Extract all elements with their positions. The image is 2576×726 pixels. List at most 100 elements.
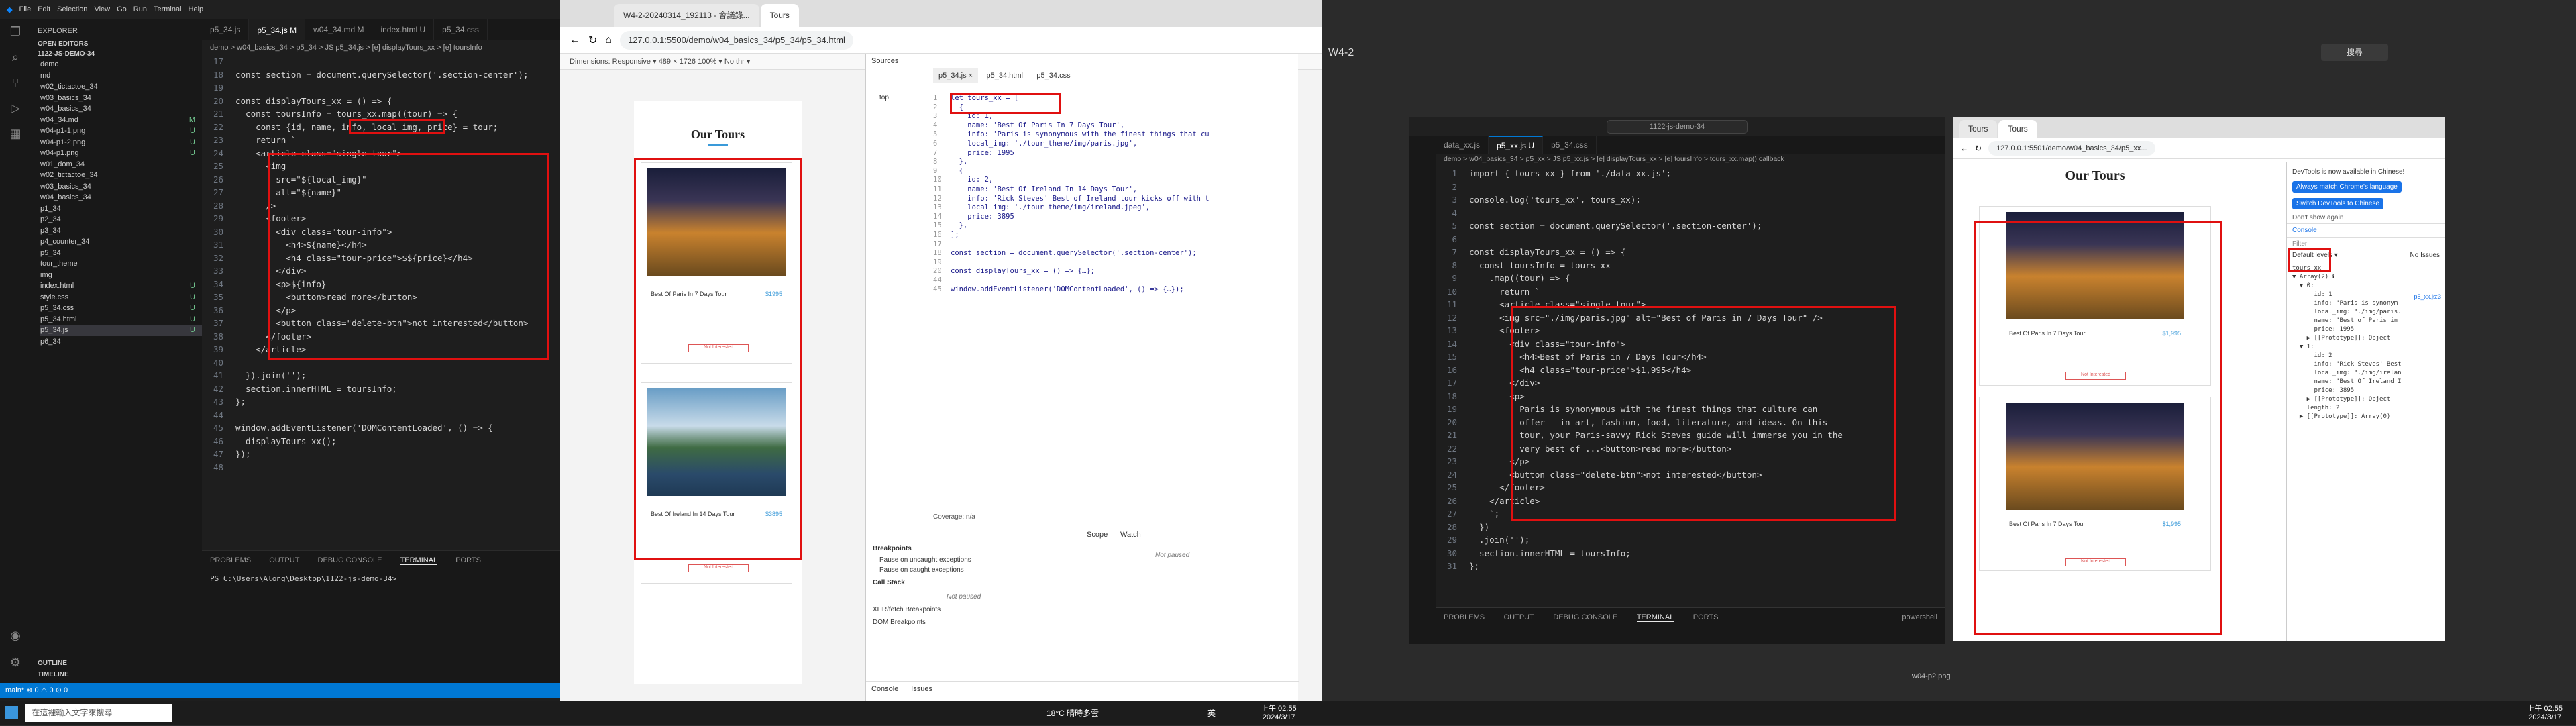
devtools-code-line[interactable]: 15 }, (933, 221, 1295, 231)
file-tab-css[interactable]: p5_34.css (1031, 68, 1075, 83)
panel-tab-terminal[interactable]: TERMINAL (400, 556, 438, 565)
code-line[interactable]: 6 (1436, 233, 1945, 246)
panel-tab-problems[interactable]: PROBLEMS (1444, 613, 1485, 621)
tree-item[interactable]: w04_basics_34 (40, 103, 202, 115)
code-line[interactable]: 3 console.log('tours_xx', tours_xx); (1436, 193, 1945, 207)
open-editors-header[interactable]: OPEN EDITORS (31, 39, 202, 49)
breadcrumb[interactable]: demo > w04_basics_34 > p5_34 > JS p5_34.… (202, 40, 560, 55)
extensions-icon[interactable]: ▦ (0, 121, 31, 146)
devtools-code-line[interactable]: 4 name: 'Best Of Paris In 7 Days Tour', (933, 121, 1295, 131)
back-icon[interactable]: ← (570, 34, 580, 46)
tree-item[interactable]: p1_34 (40, 203, 202, 215)
reload-icon[interactable]: ↻ (1975, 144, 1982, 153)
code-line[interactable]: 1 import { tours_xx } from './data_xx.js'… (1436, 167, 1945, 180)
timeline-header[interactable]: TIMELINE (38, 671, 69, 678)
console-log-line[interactable]: price: 1995 (2292, 325, 2440, 334)
console-log-line[interactable]: ▼ Array(2) ℹ (2292, 273, 2440, 282)
command-center-search[interactable]: 1122-js-demo-34 (1607, 120, 1748, 134)
tab-index-html[interactable]: index.html U (372, 19, 435, 40)
back-icon[interactable]: ← (1960, 144, 1968, 153)
code-line[interactable]: 30 section.innerHTML = toursInfo; (1436, 547, 1945, 560)
console-drawer-tab[interactable]: Console (866, 682, 904, 696)
tab-p5-34-js-active[interactable]: p5_34.js M (249, 19, 306, 40)
panel-tab-terminal[interactable]: TERMINAL (1636, 613, 1674, 622)
menu-file[interactable]: File (19, 5, 31, 13)
issues-count[interactable]: No Issues (2410, 252, 2440, 259)
console-tab[interactable]: Console (2287, 223, 2445, 238)
source-control-icon[interactable]: ⑂ (0, 70, 31, 95)
tab-w04-34-md[interactable]: w04_34.md M (305, 19, 373, 40)
devtools-code-line[interactable]: 6 local_img: './tour_theme/img/paris.jpg… (933, 140, 1295, 149)
breadcrumb[interactable]: demo > w04_basics_34 > p5_xx > JS p5_xx.… (1444, 155, 1784, 163)
devtools-code-line[interactable]: 9 { (933, 167, 1295, 176)
console-output[interactable]: tours_xx ▼ Array(2) ℹ ▼ 0: id: 1 info: "P… (2287, 260, 2445, 425)
devtools-code-line[interactable]: 19 (933, 258, 1295, 268)
tree-item[interactable]: w04-p1-2.png U (40, 137, 202, 148)
tree-item[interactable]: md (40, 70, 202, 82)
panel-tab-ports[interactable]: PORTS (1693, 613, 1719, 621)
tree-item[interactable]: w04_basics_34 (40, 192, 202, 203)
console-log-line[interactable]: local_img: "./img/paris. (2292, 308, 2440, 317)
console-log-line[interactable]: id: 2 (2292, 352, 2440, 360)
browser-tab-tours[interactable]: Tours (760, 4, 799, 27)
menu-terminal[interactable]: Terminal (154, 5, 182, 13)
menu-go[interactable]: Go (117, 5, 127, 13)
tree-item[interactable]: style.css U (40, 292, 202, 303)
devtools-code-line[interactable]: 14 price: 3895 (933, 213, 1295, 222)
console-log-line[interactable]: price: 3895 (2292, 386, 2440, 395)
tree-item[interactable]: p5_34.css U (40, 303, 202, 314)
console-log-line[interactable]: ▶ [[Prototype]]: Object (2292, 395, 2440, 404)
terminal-shell[interactable]: powershell (1902, 613, 1937, 621)
xhr-breakpoints-header[interactable]: XHR/fetch Breakpoints (866, 603, 1081, 616)
tree-item[interactable]: w02_tictactoe_34 (40, 81, 202, 93)
tree-item[interactable]: p5_34 (40, 248, 202, 259)
devtools-code-line[interactable]: 45 window.addEventListener('DOMContentLoa… (933, 285, 1295, 295)
console-source-link[interactable]: p5_xx.js:3 (2414, 293, 2441, 300)
run-debug-icon[interactable]: ▷ (0, 95, 31, 121)
console-log-line[interactable]: info: "Rick Steves' Best (2292, 360, 2440, 369)
watch-tab[interactable]: Watch (1115, 527, 1146, 542)
clock[interactable]: 上午 02:55 2024/3/17 (2527, 703, 2563, 721)
browser-tab-tours-2[interactable]: Tours (1998, 120, 2037, 138)
menu-selection[interactable]: Selection (57, 5, 87, 13)
code-line[interactable]: 18 const section = document.querySelector… (202, 68, 560, 82)
windows-start-icon[interactable] (5, 706, 18, 719)
devtools-code-line[interactable]: 5 info: 'Paris is synonymous with the fi… (933, 130, 1295, 140)
tab-p5-34-css[interactable]: p5_34.css (1543, 136, 1597, 154)
code-line[interactable]: 47}); (202, 448, 560, 461)
url-bar[interactable]: 127.0.0.1:5501/demo/w04_basics_34/p5_xx.… (1988, 140, 2155, 156)
devtools-code-line[interactable]: 18 const section = document.querySelector… (933, 249, 1295, 258)
console-log-line[interactable]: ▼ 1: (2292, 343, 2440, 352)
devtools-code-line[interactable]: 10 id: 2, (933, 176, 1295, 185)
console-log-line[interactable]: ▶ [[Prototype]]: Array(0) (2292, 413, 2440, 421)
devtools-code-line[interactable]: 7 price: 1995 (933, 149, 1295, 158)
dom-breakpoints-header[interactable]: DOM Breakpoints (866, 616, 1081, 629)
devtools-code-line[interactable]: 12 info: 'Rick Steves' Best of Ireland t… (933, 195, 1295, 204)
tab-p5-xx-js[interactable]: p5_xx.js U (1489, 136, 1544, 154)
breakpoints-header[interactable]: Breakpoints (866, 527, 1081, 555)
code-line[interactable]: 5 const section = document.querySelector(… (1436, 219, 1945, 233)
account-icon[interactable]: ◉ (0, 623, 31, 648)
pause-caught-checkbox[interactable]: Pause on caught exceptions (866, 565, 1081, 575)
panel-tab-debug-console[interactable]: DEBUG CONSOLE (318, 556, 382, 564)
code-line[interactable]: 8 const toursInfo = tours_xx (1436, 259, 1945, 272)
not-interested-button[interactable]: Not Interested (688, 564, 749, 572)
tree-item[interactable]: w04-p1-1.png U (40, 125, 202, 137)
code-line[interactable]: 21 const toursInfo = tours_xx.map((tour)… (202, 107, 560, 121)
tree-item[interactable]: index.html U (40, 280, 202, 292)
home-icon[interactable]: ⌂ (605, 34, 612, 46)
tree-item[interactable]: w04_34.md M (40, 115, 202, 126)
code-line[interactable]: 41 }).join(''); (202, 369, 560, 382)
code-line[interactable]: 31}; (1436, 560, 1945, 573)
code-line[interactable]: 45 window.addEventListener('DOMContentLoa… (202, 421, 560, 435)
file-tab-html[interactable]: p5_34.html (981, 68, 1028, 83)
devtools-code-line[interactable]: 20 const displayTours_xx = () => {…}; (933, 267, 1295, 276)
code-line[interactable]: 9 .map((tour) => { (1436, 272, 1945, 285)
panel-tab-output[interactable]: OUTPUT (269, 556, 299, 564)
url-bar[interactable]: 127.0.0.1:5500/demo/w04_basics_34/p5_34/… (620, 30, 853, 50)
tree-item[interactable]: p3_34 (40, 225, 202, 237)
console-log-line[interactable]: name: "Best of Paris in (2292, 317, 2440, 325)
tree-item[interactable]: tour_theme (40, 258, 202, 270)
workspace-header[interactable]: 1122-JS-DEMO-34 (31, 49, 202, 59)
dont-show-again[interactable]: Don't show again (2287, 212, 2445, 223)
